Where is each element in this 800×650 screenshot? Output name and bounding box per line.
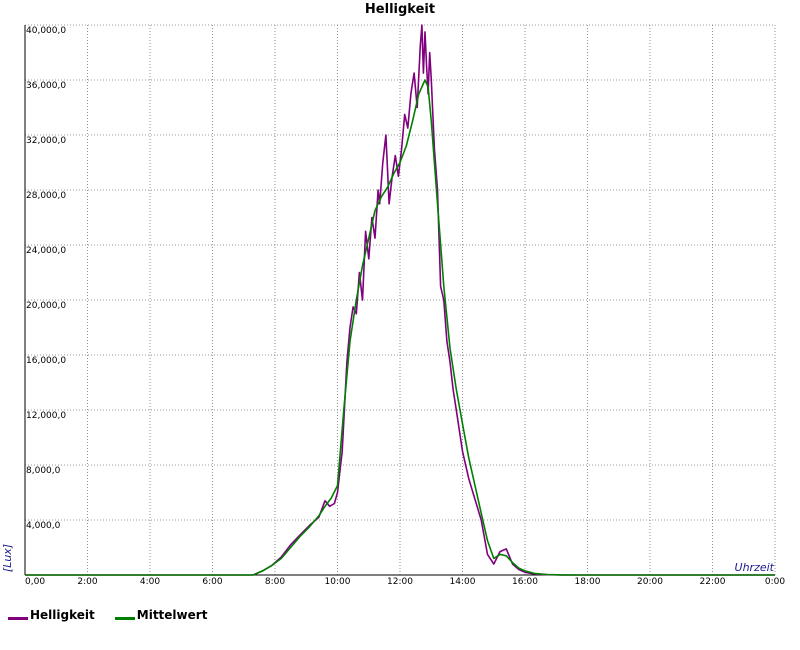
x-axis-label: Uhrzeit [735, 561, 775, 574]
legend-label-mittelwert: Mittelwert [136, 608, 208, 622]
y-axis-label: [Lux] [1, 544, 14, 572]
y-tick-label: 32,000,0 [26, 136, 66, 146]
x-tick-label: 0:00 [765, 577, 785, 587]
x-tick-label: 16:00 [512, 577, 538, 587]
legend-label-helligkeit: Helligkeit [30, 608, 95, 622]
y-tick-label: 20,000,0 [26, 301, 66, 311]
x-tick-label: 0,00 [25, 577, 45, 587]
x-tick-label: 20:00 [637, 577, 663, 587]
x-tick-label: 8:00 [265, 577, 285, 587]
y-tick-label: 8,000,0 [26, 466, 61, 476]
y-tick-label: 4,000,0 [26, 521, 61, 531]
x-tick-label: 12:00 [387, 577, 413, 587]
y-tick-label: 12,000,0 [26, 411, 66, 421]
y-tick-label: 28,000,0 [26, 191, 66, 201]
x-tick-label: 6:00 [202, 577, 222, 587]
x-tick-label: 14:00 [450, 577, 476, 587]
x-tick-label: 10:00 [325, 577, 351, 587]
chart-title: Helligkeit [365, 2, 435, 17]
y-tick-label: 24,000,0 [26, 246, 66, 256]
x-tick-label: 4:00 [140, 577, 160, 587]
y-tick-label: 36,000,0 [26, 81, 66, 91]
legend-swatch-mittelwert [114, 616, 135, 620]
brightness-chart: Helligkeit 4,000,0 8,000,0 12,000,0 16,000,… [1, 2, 785, 587]
grid-lines [24, 24, 776, 575]
y-tick-labels: 4,000,0 8,000,0 12,000,0 16,000,0 20,000,0 24… [26, 26, 66, 531]
y-tick-label: 40,000,0 [26, 26, 66, 36]
y-tick-label: 16,000,0 [26, 356, 66, 366]
legend-item-helligkeit: Helligkeit [8, 608, 95, 622]
legend: Helligkeit Mittelwert [8, 608, 207, 622]
x-tick-label: 18:00 [575, 577, 601, 587]
x-tick-labels: 0,00 2:00 4:00 6:00 8:00 10:00 12:00 14:00 16:00… [25, 577, 785, 587]
x-tick-label: 22:00 [700, 577, 726, 587]
legend-swatch-helligkeit [8, 616, 28, 620]
x-tick-label: 2:00 [77, 577, 97, 587]
legend-item-mittelwert: Mittelwert [114, 608, 208, 622]
